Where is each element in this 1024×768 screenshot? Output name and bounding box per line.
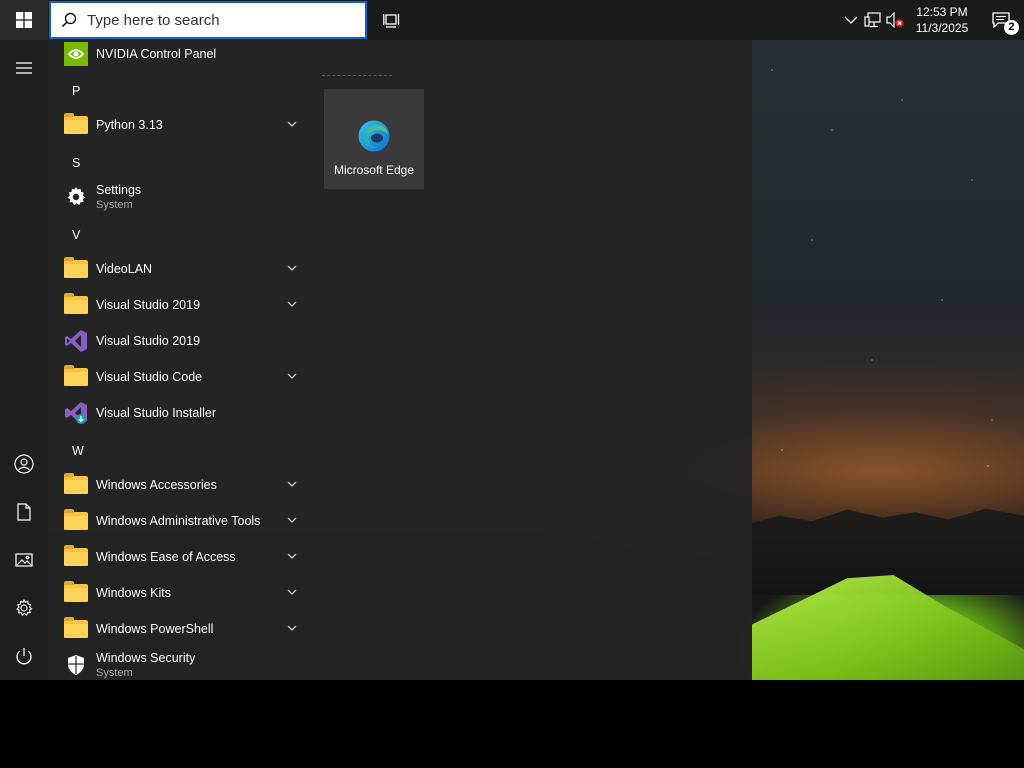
folder-name: Windows Ease of Access — [96, 549, 236, 564]
app-name: Windows Security — [96, 650, 196, 665]
search-box[interactable] — [49, 1, 367, 39]
tile-group-header[interactable] — [322, 75, 392, 76]
documents-button[interactable] — [0, 492, 48, 532]
app-visual-studio-installer[interactable]: Visual Studio Installer — [48, 395, 312, 431]
app-visual-studio-2019[interactable]: Visual Studio 2019 — [48, 323, 312, 359]
visual-studio-icon — [62, 327, 90, 355]
folder-name: Windows Accessories — [96, 477, 217, 492]
user-account-button[interactable] — [0, 444, 48, 484]
folder-windows-administrative-tools[interactable]: Windows Administrative Tools — [48, 503, 312, 539]
folder-windows-kits[interactable]: Windows Kits — [48, 575, 312, 611]
app-settings[interactable]: Settings System — [48, 179, 312, 215]
app-subtitle: System — [96, 666, 133, 679]
folder-icon — [62, 471, 90, 499]
chevron-down-icon — [287, 589, 297, 595]
app-name: Visual Studio Installer — [96, 405, 216, 420]
letter-header-w[interactable]: W — [72, 444, 84, 458]
action-center-button[interactable]: 2 — [978, 0, 1024, 40]
pictures-icon — [15, 553, 33, 567]
folder-name: Windows Administrative Tools — [96, 513, 261, 528]
visual-studio-installer-icon — [62, 399, 90, 427]
app-name: NVIDIA Control Panel — [96, 46, 217, 61]
folder-icon — [62, 615, 90, 643]
start-menu: NVIDIA Control Panel P Python 3.13 S Set… — [0, 40, 752, 680]
power-button[interactable] — [0, 636, 48, 676]
documents-icon — [17, 503, 31, 521]
shield-icon — [62, 651, 90, 679]
letter-header-s[interactable]: S — [72, 156, 80, 170]
chevron-up-icon[interactable] — [840, 0, 862, 40]
folder-windows-accessories[interactable]: Windows Accessories — [48, 467, 312, 503]
folder-icon — [62, 291, 90, 319]
folder-name: Windows Kits — [96, 585, 172, 600]
chevron-down-icon — [287, 265, 297, 271]
folder-icon — [62, 579, 90, 607]
folder-videolan[interactable]: VideoLAN — [48, 251, 312, 287]
start-menu-rail — [0, 40, 48, 680]
folder-windows-ease-of-access[interactable]: Windows Ease of Access — [48, 539, 312, 575]
power-icon — [16, 648, 32, 665]
folder-name: Visual Studio 2019 — [96, 297, 201, 312]
folder-icon — [62, 363, 90, 391]
expand-menu-button[interactable] — [0, 48, 48, 88]
wallpaper-stars — [752, 40, 1024, 500]
tiles-area: Microsoft Edge — [312, 40, 752, 680]
nvidia-icon — [62, 40, 90, 68]
app-name: Visual Studio 2019 — [96, 333, 201, 348]
folder-name: Python 3.13 — [96, 117, 163, 132]
notification-count-badge: 2 — [1004, 20, 1019, 35]
folder-windows-powershell[interactable]: Windows PowerShell — [48, 611, 312, 647]
folder-icon — [62, 543, 90, 571]
app-name: Settings — [96, 182, 142, 197]
folder-icon — [62, 111, 90, 139]
pictures-button[interactable] — [0, 540, 48, 580]
chevron-down-icon — [287, 517, 297, 523]
hamburger-icon — [16, 62, 32, 74]
folder-name: Windows PowerShell — [96, 621, 214, 636]
folder-icon — [62, 507, 90, 535]
app-nvidia-control-panel[interactable]: NVIDIA Control Panel — [48, 40, 312, 72]
gear-icon — [62, 183, 90, 211]
windows-logo-icon — [16, 12, 32, 28]
folder-visual-studio-code[interactable]: Visual Studio Code — [48, 359, 312, 395]
tile-label: Microsoft Edge — [333, 163, 415, 177]
app-subtitle: System — [96, 198, 133, 211]
search-input[interactable] — [87, 11, 347, 29]
taskbar: 12:53 PM 11/3/2025 2 — [0, 0, 1024, 40]
task-view-icon — [383, 14, 400, 28]
folder-name: VideoLAN — [96, 261, 153, 276]
chevron-down-icon — [287, 625, 297, 631]
folder-icon — [62, 255, 90, 283]
tile-microsoft-edge[interactable]: Microsoft Edge — [324, 89, 424, 189]
settings-button[interactable] — [0, 588, 48, 628]
folder-python-3-13[interactable]: Python 3.13 — [48, 107, 312, 143]
start-button[interactable] — [0, 0, 48, 40]
chevron-down-icon — [287, 121, 297, 127]
chevron-down-icon — [287, 553, 297, 559]
letter-header-p[interactable]: P — [72, 84, 80, 98]
folder-name: Visual Studio Code — [96, 369, 203, 384]
user-icon — [14, 454, 34, 474]
app-list: NVIDIA Control Panel P Python 3.13 S Set… — [48, 40, 312, 680]
app-windows-security[interactable]: Windows Security System — [48, 647, 312, 680]
chevron-down-icon — [287, 373, 297, 379]
search-icon — [51, 12, 87, 28]
settings-icon — [16, 599, 33, 617]
letter-header-v[interactable]: V — [72, 228, 80, 242]
chevron-down-icon — [287, 481, 297, 487]
clock[interactable]: 12:53 PM 11/3/2025 — [906, 4, 978, 36]
network-icon[interactable] — [862, 0, 884, 40]
clock-time: 12:53 PM — [916, 5, 968, 19]
edge-icon — [358, 120, 390, 152]
system-tray: 12:53 PM 11/3/2025 2 — [840, 0, 1024, 40]
desktop-bottom-band — [0, 680, 1024, 768]
volume-muted-icon[interactable] — [884, 0, 906, 40]
folder-visual-studio-2019[interactable]: Visual Studio 2019 — [48, 287, 312, 323]
chevron-down-icon — [287, 301, 297, 307]
clock-date: 11/3/2025 — [915, 21, 969, 35]
task-view-button[interactable] — [376, 0, 408, 40]
